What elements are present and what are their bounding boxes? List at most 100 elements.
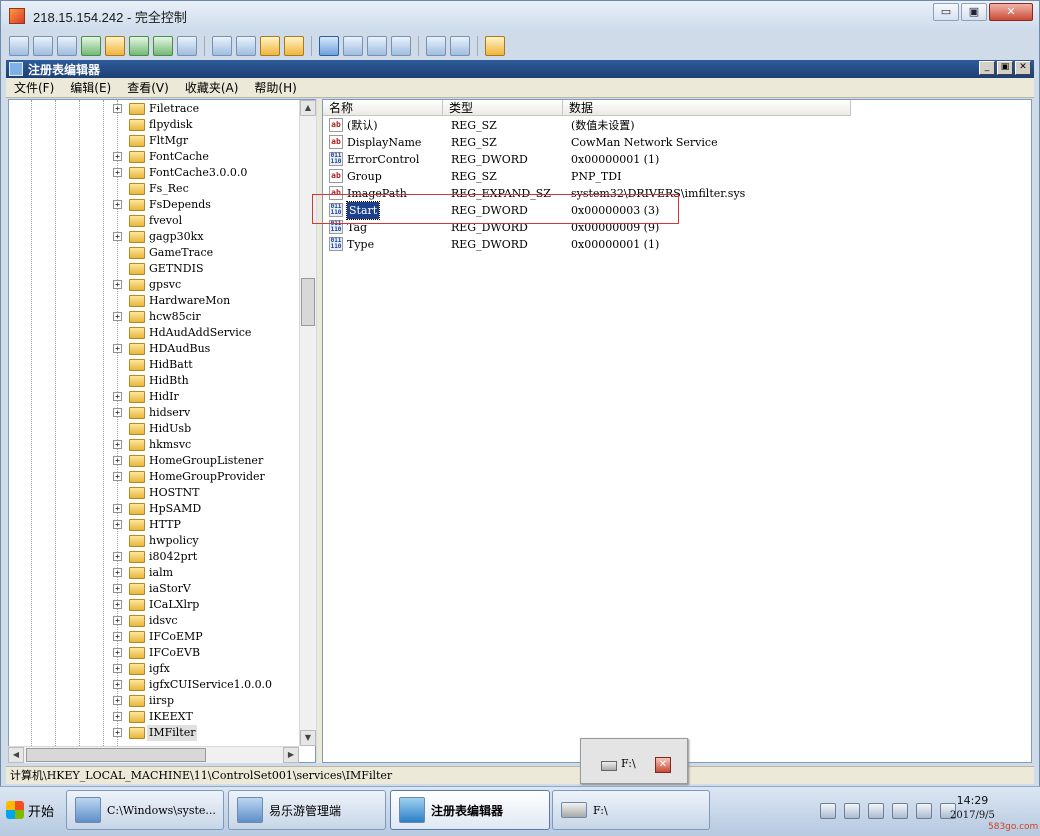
expand-icon[interactable]: + bbox=[113, 408, 122, 417]
tree-item[interactable]: + ialm bbox=[9, 565, 299, 581]
tree-item[interactable]: fvevol bbox=[9, 213, 299, 229]
tree-horizontal-scrollbar[interactable]: ◀ ▶ bbox=[8, 746, 299, 763]
tree-item[interactable]: + gagp30kx bbox=[9, 229, 299, 245]
regedit-title-bar[interactable]: 注册表编辑器 _ ▣ ✕ bbox=[6, 60, 1034, 78]
scroll-right-icon[interactable]: ▶ bbox=[283, 747, 299, 763]
expand-icon[interactable]: + bbox=[113, 600, 122, 609]
phone-icon[interactable] bbox=[153, 36, 173, 56]
registry-value-row[interactable]: ab (默认) REG_SZ (数值未设置) bbox=[323, 117, 1023, 134]
tree-item[interactable]: + FontCache bbox=[9, 149, 299, 165]
tree-item[interactable]: HardwareMon bbox=[9, 293, 299, 309]
tree-item[interactable]: FltMgr bbox=[9, 133, 299, 149]
regedit-close-button[interactable]: ✕ bbox=[1015, 61, 1031, 75]
tree-item[interactable]: + HomeGroupListener bbox=[9, 453, 299, 469]
window-icon[interactable] bbox=[33, 36, 53, 56]
tree-item[interactable]: + hidserv bbox=[9, 405, 299, 421]
outer-title-bar[interactable]: 218.15.154.242 - 完全控制 ▭ ▣ ✕ bbox=[1, 1, 1039, 31]
tree-item[interactable]: + IMFilter bbox=[9, 725, 299, 741]
expand-icon[interactable]: + bbox=[113, 200, 122, 209]
drive-popup-label[interactable]: F:\ bbox=[621, 757, 636, 770]
tree-item[interactable]: HidBatt bbox=[9, 357, 299, 373]
tree-item[interactable]: HOSTNT bbox=[9, 485, 299, 501]
expand-icon[interactable]: + bbox=[113, 584, 122, 593]
regedit-restore-button[interactable]: ▣ bbox=[997, 61, 1013, 75]
network-tray-icon[interactable] bbox=[892, 803, 908, 819]
expand-icon[interactable]: + bbox=[113, 680, 122, 689]
chat-icon[interactable] bbox=[129, 36, 149, 56]
expand-icon[interactable]: + bbox=[113, 648, 122, 657]
tree-item[interactable]: + HpSAMD bbox=[9, 501, 299, 517]
tree-item[interactable]: + igfx bbox=[9, 661, 299, 677]
expand-icon[interactable]: + bbox=[113, 472, 122, 481]
taskbar-clock[interactable]: 14:29 2017/9/5 bbox=[950, 793, 995, 823]
upload-icon[interactable] bbox=[284, 36, 304, 56]
tree-item[interactable]: HidBth bbox=[9, 373, 299, 389]
tree-item[interactable]: + Filetrace bbox=[9, 101, 299, 117]
expand-icon[interactable]: + bbox=[113, 344, 122, 353]
registry-value-row[interactable]: ab Group REG_SZ PNP_TDI bbox=[323, 168, 1023, 185]
taskbar-item-cmd[interactable]: C:\Windows\syste... bbox=[66, 790, 224, 830]
menu-help[interactable]: 帮助(H) bbox=[246, 79, 304, 96]
download-icon[interactable] bbox=[212, 36, 232, 56]
upload-tray-icon[interactable] bbox=[868, 803, 884, 819]
message-icon[interactable] bbox=[177, 36, 197, 56]
registry-value-row[interactable]: 011 110 ErrorControl REG_DWORD 0x00000001 (… bbox=[323, 151, 1023, 168]
tree-item[interactable]: + idsvc bbox=[9, 613, 299, 629]
tree-item[interactable]: GameTrace bbox=[9, 245, 299, 261]
column-header-type[interactable]: 类型 bbox=[443, 100, 563, 116]
tree-item[interactable]: + IFCoEMP bbox=[9, 629, 299, 645]
expand-icon[interactable]: + bbox=[113, 168, 122, 177]
menu-file[interactable]: 文件(F) bbox=[6, 79, 62, 96]
taskbar-item-regedit[interactable]: 注册表编辑器 bbox=[390, 790, 550, 830]
fullscreen-icon[interactable] bbox=[343, 36, 363, 56]
expand-icon[interactable]: + bbox=[113, 456, 122, 465]
tree-item[interactable]: GETNDIS bbox=[9, 261, 299, 277]
expand-icon[interactable]: + bbox=[113, 552, 122, 561]
tree-item[interactable]: + HomeGroupProvider bbox=[9, 469, 299, 485]
outer-minimize-button[interactable]: ▭ bbox=[933, 3, 959, 21]
expand-icon[interactable]: + bbox=[113, 632, 122, 641]
tree-item[interactable]: + HTTP bbox=[9, 517, 299, 533]
tools-icon[interactable] bbox=[450, 36, 470, 56]
tree-item[interactable]: + ICaLXlrp bbox=[9, 597, 299, 613]
expand-icon[interactable]: + bbox=[113, 504, 122, 513]
tree-item[interactable]: + iirsp bbox=[9, 693, 299, 709]
column-header-data[interactable]: 数据 bbox=[563, 100, 851, 116]
menu-favorites[interactable]: 收藏夹(A) bbox=[177, 79, 247, 96]
tree-item[interactable]: Fs_Rec bbox=[9, 181, 299, 197]
tree-item[interactable]: + igfxCUIService1.0.0.0 bbox=[9, 677, 299, 693]
tree-item[interactable]: hwpolicy bbox=[9, 533, 299, 549]
scroll-thumb[interactable] bbox=[26, 748, 206, 762]
expand-icon[interactable]: + bbox=[113, 392, 122, 401]
flag-icon[interactable] bbox=[844, 803, 860, 819]
regedit-minimize-button[interactable]: _ bbox=[979, 61, 995, 75]
tree-item[interactable]: + HDAudBus bbox=[9, 341, 299, 357]
zoom-icon[interactable] bbox=[391, 36, 411, 56]
tree-item[interactable]: + gpsvc bbox=[9, 277, 299, 293]
clipboard-icon[interactable] bbox=[426, 36, 446, 56]
expand-icon[interactable]: + bbox=[113, 440, 122, 449]
column-header-name[interactable]: 名称 bbox=[323, 100, 443, 116]
tree-item[interactable]: HdAudAddService bbox=[9, 325, 299, 341]
tree-item[interactable]: + hkmsvc bbox=[9, 437, 299, 453]
taskbar-item-manager[interactable]: 易乐游管理端 bbox=[228, 790, 386, 830]
expand-icon[interactable]: + bbox=[113, 152, 122, 161]
keyboard-icon[interactable] bbox=[820, 803, 836, 819]
expand-icon[interactable]: + bbox=[113, 520, 122, 529]
tree-item[interactable]: HidUsb bbox=[9, 421, 299, 437]
screen-icon[interactable] bbox=[9, 36, 29, 56]
security-icon[interactable] bbox=[916, 803, 932, 819]
tree-item[interactable]: flpydisk bbox=[9, 117, 299, 133]
scroll-down-icon[interactable]: ▼ bbox=[300, 730, 316, 746]
tree-item[interactable]: + IFCoEVB bbox=[9, 645, 299, 661]
transfer-icon[interactable] bbox=[81, 36, 101, 56]
tree-item[interactable]: + IKEEXT bbox=[9, 709, 299, 725]
expand-icon[interactable]: + bbox=[113, 104, 122, 113]
lock-icon[interactable] bbox=[260, 36, 280, 56]
terminal-icon[interactable] bbox=[57, 36, 77, 56]
menu-view[interactable]: 查看(V) bbox=[119, 79, 177, 96]
taskbar-item-drive[interactable]: F:\ bbox=[552, 790, 710, 830]
expand-icon[interactable]: + bbox=[113, 232, 122, 241]
expand-icon[interactable]: + bbox=[113, 280, 122, 289]
scroll-up-icon[interactable]: ▲ bbox=[300, 100, 316, 116]
